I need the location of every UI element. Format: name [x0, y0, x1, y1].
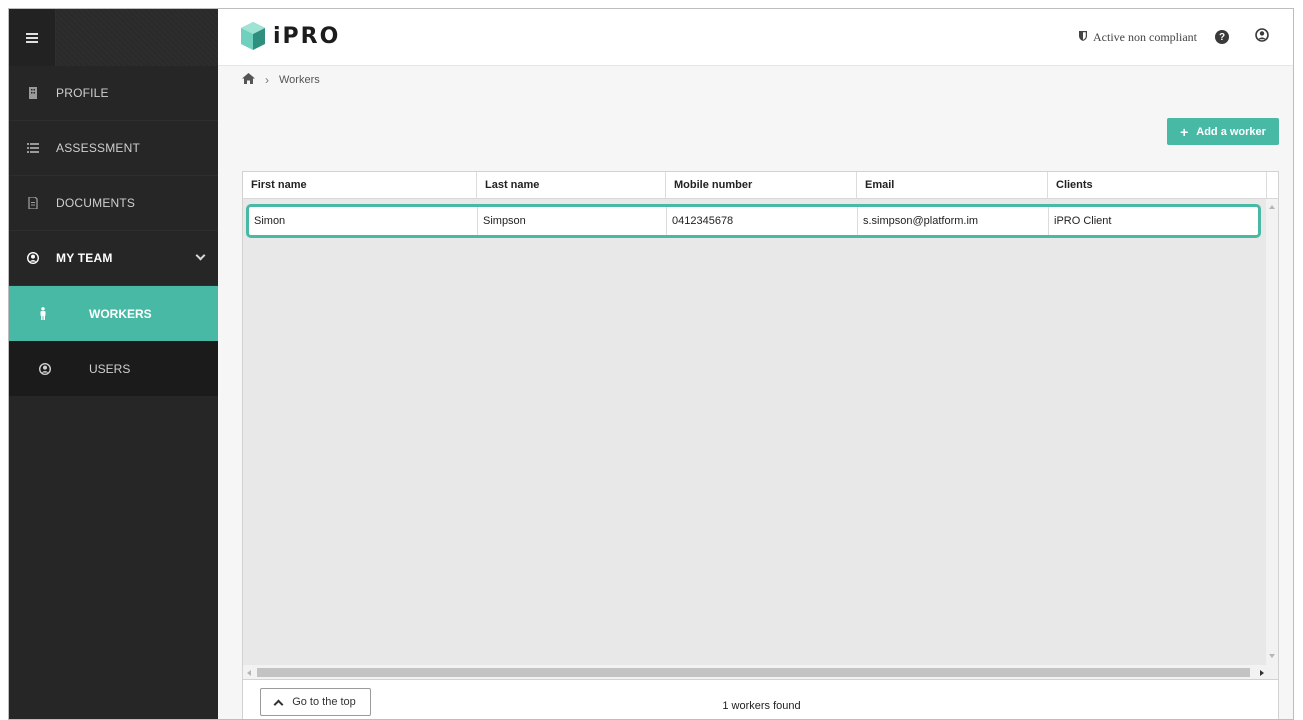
go-to-top-label: Go to the top: [292, 696, 356, 708]
sidebar-item-assessment[interactable]: ASSESSMENT: [9, 121, 218, 176]
document-icon: [9, 197, 56, 209]
sidebar: PROFILE ASSESSMENT DOCUMENTS MY TEAM WOR…: [9, 9, 218, 719]
sidebar-subitem-users[interactable]: USERS: [9, 341, 218, 396]
add-worker-label: Add a worker: [1196, 125, 1266, 138]
user-circle-icon: [39, 362, 89, 375]
building-icon: [9, 87, 56, 99]
column-header-email[interactable]: Email: [857, 172, 1048, 198]
app-frame: PROFILE ASSESSMENT DOCUMENTS MY TEAM WOR…: [8, 8, 1294, 720]
horizontal-scroll-thumb[interactable]: [257, 668, 1250, 677]
list-icon: [9, 143, 56, 153]
scroll-right-arrow-icon[interactable]: [1260, 670, 1264, 676]
grid-header: First name Last name Mobile number Email…: [243, 172, 1278, 199]
hamburger-icon: [26, 31, 38, 45]
workers-grid: First name Last name Mobile number Email…: [242, 171, 1279, 680]
help-icon[interactable]: ?: [1215, 30, 1229, 44]
shield-icon: [1079, 30, 1088, 45]
table-row[interactable]: Simon Simpson 0412345678 s.simpson@platf…: [246, 204, 1261, 238]
vertical-scrollbar[interactable]: [1266, 199, 1278, 666]
sidebar-item-label: MY TEAM: [56, 251, 113, 265]
header-actions: Active non compliant ?: [1079, 28, 1269, 46]
menu-toggle-button[interactable]: [9, 9, 56, 66]
home-icon[interactable]: [242, 73, 255, 87]
breadcrumb-current: Workers: [279, 74, 320, 86]
chevron-down-icon: [195, 250, 206, 261]
cell-first-name: Simon: [249, 207, 478, 235]
scroll-down-arrow-icon[interactable]: [1269, 654, 1275, 658]
logo-mark-icon: [241, 22, 265, 50]
sidebar-subitem-label: WORKERS: [89, 306, 152, 321]
sidebar-item-documents[interactable]: DOCUMENTS: [9, 176, 218, 231]
scroll-left-arrow-icon[interactable]: [247, 670, 251, 676]
sidebar-header: [9, 9, 218, 66]
breadcrumb-separator: ›: [265, 73, 269, 87]
sidebar-item-label: PROFILE: [56, 86, 109, 100]
cell-last-name: Simpson: [478, 207, 667, 235]
cell-mobile-number: 0412345678: [667, 207, 858, 235]
column-header-first-name[interactable]: First name: [243, 172, 477, 198]
column-header-last-name[interactable]: Last name: [477, 172, 666, 198]
cell-clients: iPRO Client: [1054, 215, 1112, 227]
go-to-top-button[interactable]: Go to the top: [260, 688, 371, 716]
add-worker-button[interactable]: + Add a worker: [1167, 118, 1279, 145]
compliance-status[interactable]: Active non compliant: [1093, 30, 1197, 45]
sidebar-item-label: ASSESSMENT: [56, 141, 141, 155]
grid-footer: 1 workers found Go to the top: [242, 680, 1279, 719]
user-circle-icon: [9, 252, 56, 264]
horizontal-scrollbar[interactable]: [243, 665, 1278, 679]
grid-header-filler: [1267, 172, 1278, 198]
column-header-mobile-number[interactable]: Mobile number: [666, 172, 857, 198]
top-bar: iPRO Active non compliant ?: [218, 9, 1293, 66]
sidebar-item-label: DOCUMENTS: [56, 196, 136, 210]
results-count: 1 workers found: [722, 700, 801, 712]
sidebar-item-my-team[interactable]: MY TEAM: [9, 231, 218, 286]
chevron-up-icon: [273, 699, 284, 709]
sidebar-subitem-label: USERS: [89, 361, 131, 376]
sidebar-item-profile[interactable]: PROFILE: [9, 66, 218, 121]
logo[interactable]: iPRO: [241, 22, 340, 50]
person-icon: [39, 307, 89, 320]
sidebar-subitem-workers[interactable]: WORKERS: [9, 286, 218, 341]
cell-email: s.simpson@platform.im: [858, 207, 1049, 235]
logo-text: iPRO: [273, 23, 341, 49]
plus-icon: +: [1180, 123, 1189, 140]
scroll-up-arrow-icon[interactable]: [1269, 205, 1275, 209]
sidebar-header-fill: [56, 9, 218, 66]
breadcrumb: › Workers: [242, 73, 320, 87]
column-header-clients[interactable]: Clients: [1048, 172, 1267, 198]
account-icon[interactable]: [1255, 28, 1269, 46]
